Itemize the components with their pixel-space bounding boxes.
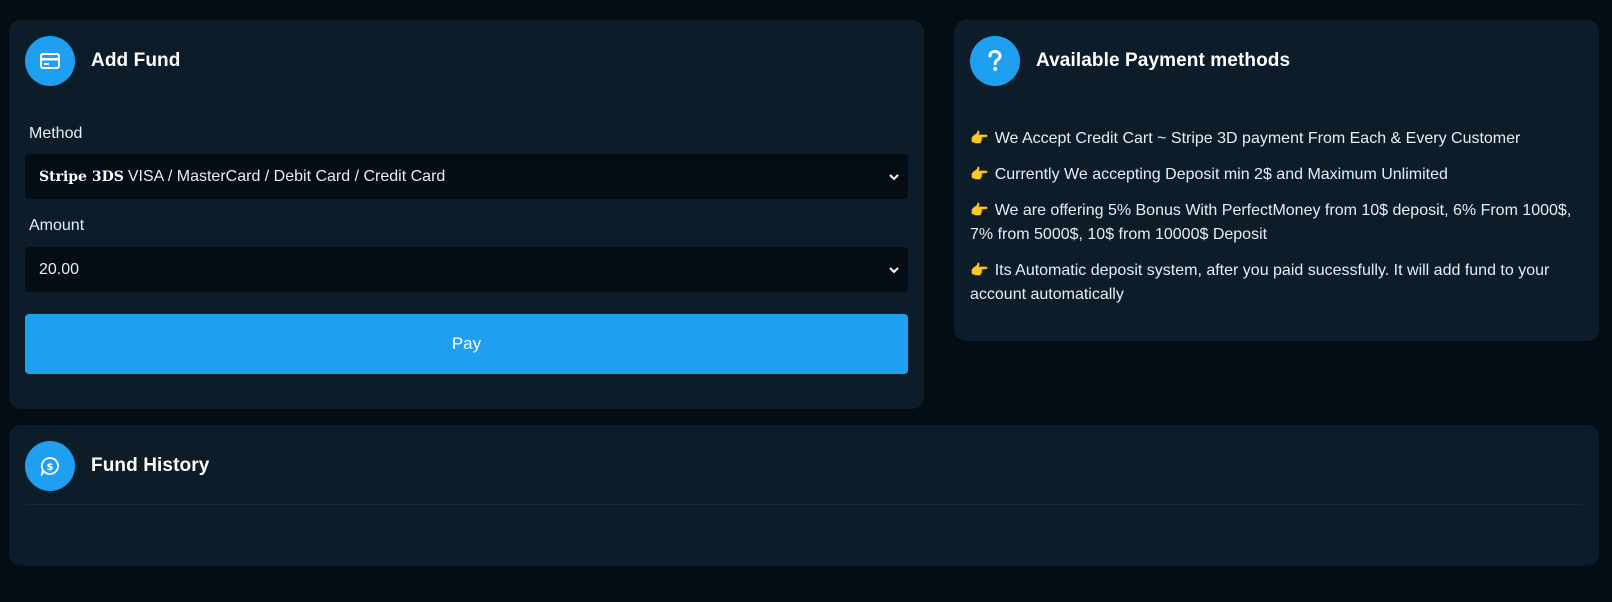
chevron-down-icon xyxy=(888,263,900,281)
method-label: Method xyxy=(29,125,83,142)
list-item: 👉 Its Automatic deposit system, after you… xyxy=(970,262,1550,303)
add-fund-card: Add Fund Method Stripe 3DS VISA / Master… xyxy=(9,20,924,409)
payment-methods-header: Available Payment methods xyxy=(970,36,1290,86)
pointing-hand-icon: 👉 xyxy=(970,202,989,219)
question-icon xyxy=(970,36,1020,86)
add-fund-title: Add Fund xyxy=(91,50,181,71)
list-item: 👉 Currently We accepting Deposit min 2$ a… xyxy=(970,166,1448,183)
pointing-hand-icon: 👉 xyxy=(970,262,989,279)
svg-text:$: $ xyxy=(47,462,54,473)
amount-select[interactable]: 20.00 xyxy=(25,247,908,292)
method-select[interactable]: Stripe 3DS VISA / MasterCard / Debit Car… xyxy=(25,154,908,199)
fund-history-title: Fund History xyxy=(91,455,210,476)
method-tag: Stripe 3DS xyxy=(39,168,124,185)
pointing-hand-icon: 👉 xyxy=(970,166,989,183)
divider xyxy=(25,504,1583,505)
payment-methods-title: Available Payment methods xyxy=(1036,50,1291,71)
amount-label: Amount xyxy=(29,217,85,234)
fund-history-card: $ Fund History xyxy=(9,425,1599,566)
add-fund-header: Add Fund xyxy=(25,36,180,86)
list-item: 👉 We are offering 5% Bonus With PerfectMo… xyxy=(970,202,1572,243)
list-item: 👉 We Accept Credit Cart ~ Stripe 3D payme… xyxy=(970,130,1521,147)
dollar-chat-icon: $ xyxy=(25,441,75,491)
fund-history-header: $ Fund History xyxy=(25,441,209,491)
payment-methods-card: Available Payment methods 👉 We Accept Cre… xyxy=(954,20,1599,341)
pointing-hand-icon: 👉 xyxy=(970,130,989,147)
chevron-down-icon xyxy=(888,170,900,188)
pay-button[interactable]: Pay xyxy=(25,314,908,374)
payment-info-list: 👉 We Accept Credit Cart ~ Stripe 3D payme… xyxy=(970,127,1582,319)
amount-value: 20.00 xyxy=(39,260,80,278)
credit-card-icon xyxy=(25,36,75,86)
method-value: VISA / MasterCard / Debit Card / Credit … xyxy=(127,167,446,185)
